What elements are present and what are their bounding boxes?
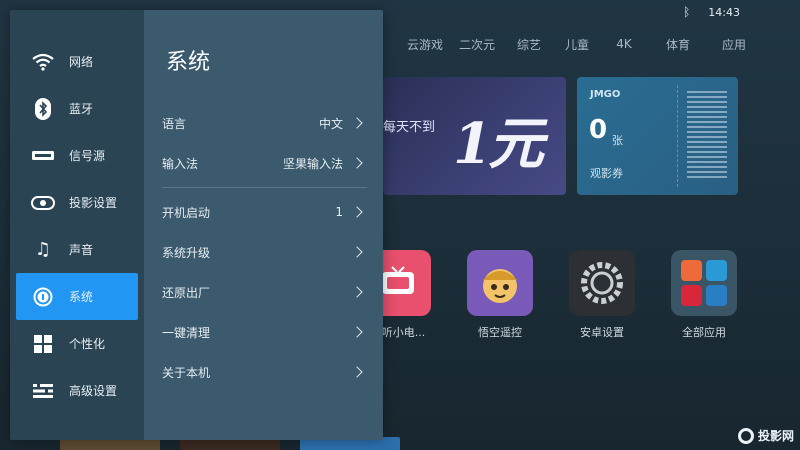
settings-sidebar: 网络 蓝牙 信号源 投影设置 ♫ 声音 系统 个性化 高级设置 [10,10,144,440]
sidebar-item-signal-source[interactable]: 信号源 [16,132,138,179]
nav-tab-anime[interactable]: 二次元 [446,36,508,53]
setting-row-startup[interactable]: 开机启动 1 [162,192,365,232]
watermark-logo-icon [737,427,754,444]
sidebar-item-network[interactable]: 网络 [16,38,138,85]
bluetooth-icon: ᛒ [683,5,691,19]
grid-icon [31,333,55,355]
watermark-text: 投影网 [757,429,794,443]
wukong-icon [467,250,533,316]
setting-label: 开机启动 [162,205,211,220]
settings-panel: 系统 语言 中文 输入法 坚果输入法 开机启动 1 系统升级 还原出厂 一键清理… [144,10,383,440]
promo-banner[interactable]: 每天不到 1元 [383,77,566,195]
sidebar-item-label: 投影设置 [69,196,118,210]
projector-icon [31,192,55,214]
nav-tab-4k[interactable]: 4K [604,37,644,51]
apps-grid-icon [671,250,737,316]
panel-title: 系统 [166,50,211,75]
setting-label: 还原出厂 [162,285,211,300]
chevron-right-icon [351,366,363,378]
sidebar-item-system[interactable]: 系统 [16,273,138,320]
barcode-icon [687,91,727,181]
sidebar-item-bluetooth[interactable]: 蓝牙 [16,85,138,132]
watermark: 投影网 [737,427,794,444]
sidebar-item-label: 声音 [69,243,94,257]
ticket-count: 0 [589,115,608,145]
sidebar-item-personalization[interactable]: 个性化 [16,320,138,367]
setting-label: 输入法 [162,156,199,171]
nav-tab-variety[interactable]: 综艺 [508,36,550,53]
ticket-unit: 张 [612,134,623,147]
banner-big-text: 1元 [453,111,544,177]
app-wukong[interactable]: 悟空遥控 [466,250,534,340]
nav-tab-cloud-games[interactable]: 云游戏 [404,36,446,53]
sidebar-item-label: 个性化 [69,337,106,351]
setting-row-factory-reset[interactable]: 还原出厂 [162,272,365,312]
sidebar-item-label: 系统 [69,290,94,304]
settings-overlay: 网络 蓝牙 信号源 投影设置 ♫ 声音 系统 个性化 高级设置 系统 语言 中文… [10,10,383,440]
nav-tab-sports[interactable]: 体育 [644,36,712,53]
sidebar-item-advanced[interactable]: 高级设置 [16,367,138,414]
app-name: 悟空遥控 [478,326,522,339]
bluetooth-icon [31,97,55,120]
setting-row-language[interactable]: 语言 中文 [162,103,365,143]
sidebar-item-label: 信号源 [69,149,106,163]
sliders-icon [31,380,55,402]
setting-label: 一键清理 [162,325,211,340]
setting-row-system-upgrade[interactable]: 系统升级 [162,232,365,272]
nav-tab-apps[interactable]: 应用 [712,36,756,53]
info-icon [31,286,55,308]
chevron-right-icon [351,326,363,338]
sidebar-item-label: 高级设置 [69,384,118,398]
nav-tab-kids[interactable]: 儿童 [550,36,604,53]
sidebar-item-label: 网络 [69,55,94,69]
divider [162,187,367,188]
app-android-settings[interactable]: 安卓设置 [568,250,636,340]
sidebar-item-projection[interactable]: 投影设置 [16,179,138,226]
setting-row-input-method[interactable]: 输入法 坚果输入法 [162,143,365,183]
app-all-apps[interactable]: 全部应用 [670,250,738,340]
chevron-right-icon [351,246,363,258]
setting-row-one-key-clean[interactable]: 一键清理 [162,312,365,352]
banner-text: 每天不到 [383,120,436,135]
wifi-icon [31,51,55,73]
settings-list: 语言 中文 输入法 坚果输入法 开机启动 1 系统升级 还原出厂 一键清理 关于… [162,103,367,392]
ticket-label: 观影券 [590,167,623,180]
ticket-brand: JMGO [590,89,621,100]
chevron-right-icon [351,157,363,169]
setting-label: 系统升级 [162,245,211,260]
clock: 14:43 [708,5,740,19]
app-row: 视听小电... 悟空遥控 安卓设置 全部应用 [364,250,800,340]
ticket-divider [677,85,678,187]
sidebar-item-label: 蓝牙 [69,102,94,116]
top-nav: 云游戏 二次元 综艺 儿童 4K 体育 应用 [404,33,800,55]
app-name: 全部应用 [682,326,726,339]
setting-label: 关于本机 [162,365,211,380]
setting-value: 中文 [318,116,343,131]
music-note-icon: ♫ [34,239,52,260]
setting-value: 坚果输入法 [282,156,343,171]
setting-row-about[interactable]: 关于本机 [162,352,365,392]
gear-icon [569,250,635,316]
status-bar: ᛒ 14:43 [683,4,740,20]
sidebar-item-sound[interactable]: ♫ 声音 [16,226,138,273]
ticket-card[interactable]: JMGO 0 张 观影券 [577,77,738,195]
chevron-right-icon [351,117,363,129]
chevron-right-icon [351,286,363,298]
setting-value: 1 [335,205,343,219]
chevron-right-icon [351,206,363,218]
app-name: 安卓设置 [580,326,624,339]
setting-label: 语言 [162,116,187,131]
signal-source-icon [31,145,55,167]
